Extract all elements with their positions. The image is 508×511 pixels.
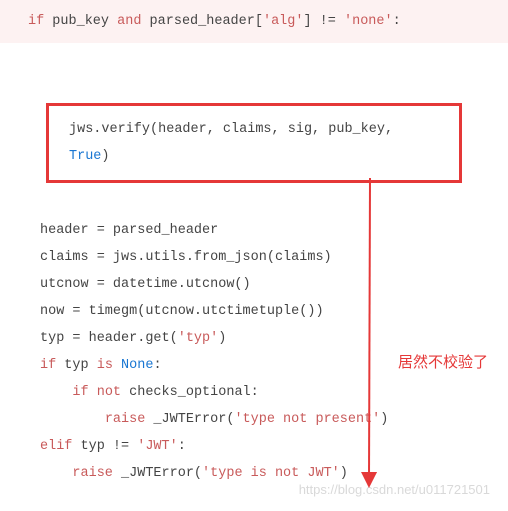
verify-suffix: ): [101, 149, 109, 164]
str-none: 'none': [344, 14, 393, 29]
t3: ] !=: [303, 14, 344, 29]
verify-true: True: [69, 149, 101, 164]
line-utcnow: utcnow = datetime.utcnow(): [40, 271, 468, 298]
watermark-text: https://blog.csdn.net/u011721501: [299, 477, 490, 503]
annotation-text: 居然不校验了: [398, 348, 488, 378]
t1: pub_key: [44, 14, 117, 29]
str-alg: 'alg': [263, 14, 304, 29]
line-header: header = parsed_header: [40, 217, 468, 244]
line-if-not-optional: if not checks_optional:: [40, 379, 468, 406]
if-condition-line: if pub_key and parsed_header['alg'] != '…: [0, 0, 508, 43]
line-elif-jwt: elif typ != 'JWT':: [40, 433, 468, 460]
kw-if: if: [28, 14, 44, 29]
line-claims: claims = jws.utils.from_json(claims): [40, 244, 468, 271]
line-now: now = timegm(utcnow.utctimetuple()): [40, 298, 468, 325]
kw-and: and: [117, 14, 141, 29]
verify-prefix: jws.verify(header, claims, sig, pub_key,: [69, 122, 393, 137]
line-raise-not-present: raise _JWTError('type not present'): [40, 406, 468, 433]
verify-call-box: jws.verify(header, claims, sig, pub_key,…: [46, 103, 462, 183]
t4: :: [393, 14, 401, 29]
t2: parsed_header[: [141, 14, 263, 29]
